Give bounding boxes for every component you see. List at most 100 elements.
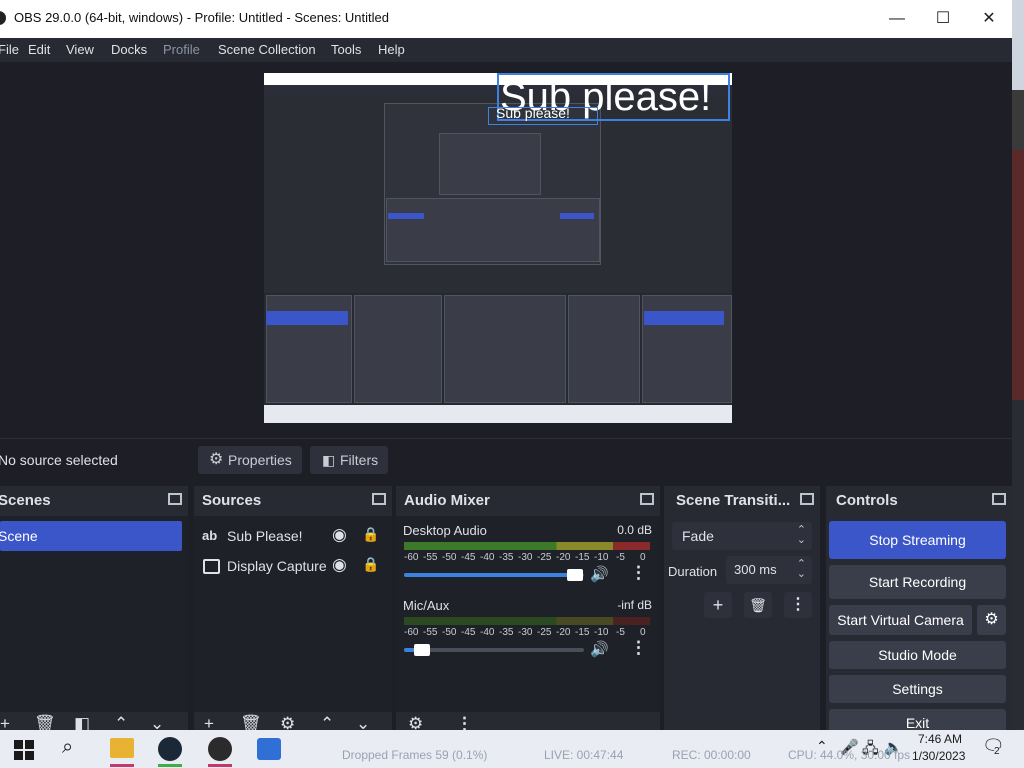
source-item[interactable]: Display Capture ◉ 🔒 xyxy=(194,551,392,581)
menu-view[interactable]: View xyxy=(66,42,94,57)
scenes-list: Scene xyxy=(0,516,188,712)
undock-icon[interactable] xyxy=(168,493,182,505)
search-icon[interactable]: ⌕ xyxy=(62,736,73,759)
filters-label: Filters xyxy=(340,452,379,468)
audio-mixer-title: Audio Mixer xyxy=(404,492,490,509)
desktop-audio-label: Desktop Audio xyxy=(403,523,487,538)
studio-mode-button[interactable]: Studio Mode xyxy=(829,641,1006,669)
display-icon xyxy=(203,559,220,574)
filters-button[interactable]: ◧ Filters xyxy=(310,446,388,474)
add-transition-icon[interactable]: + xyxy=(704,592,732,618)
cpu-fps: CPU: 44.0%, 30.00 fps xyxy=(788,748,911,762)
mic-aux-level: -inf dB xyxy=(617,598,652,612)
source-label: Sub Please! xyxy=(227,528,303,544)
rec-time: REC: 00:00:00 xyxy=(672,748,751,762)
source-label: Display Capture xyxy=(227,558,327,574)
audio-mixer-dock: Audio Mixer Desktop Audio 0.0 dB -60 -55-… xyxy=(396,486,660,740)
nested-stop-highlight xyxy=(560,213,594,219)
scene-transitions-dock: Scene Transiti... Fade ⌃ ⌄ Duration 300 m… xyxy=(664,486,820,740)
audio-channels: Desktop Audio 0.0 dB -60 -55 -50 -45 -40 -35-… xyxy=(396,516,660,712)
undock-icon[interactable] xyxy=(800,493,814,505)
scene-item-label: Scene xyxy=(0,528,38,544)
store-icon[interactable] xyxy=(257,738,281,760)
undock-icon[interactable] xyxy=(992,493,1006,505)
scenes-title: Scenes xyxy=(0,492,51,509)
minimize-button[interactable]: — xyxy=(874,0,920,38)
program-preview[interactable]: Sub please! Sub please! xyxy=(264,73,732,423)
nested-taskbar xyxy=(264,405,732,423)
properties-button[interactable]: ⚙ Properties xyxy=(198,446,302,474)
menu-file[interactable]: File xyxy=(0,42,19,57)
controls-title: Controls xyxy=(836,492,898,509)
start-recording-button[interactable]: Start Recording xyxy=(829,565,1006,599)
controls-dock: Controls Stop Streaming Start Recording … xyxy=(826,486,1012,740)
eye-icon[interactable]: ◉ xyxy=(332,525,347,545)
desktop-audio-meter xyxy=(404,542,650,550)
window-title-bar: OBS 29.0.0 (64-bit, windows) - Profile: … xyxy=(0,0,1012,38)
stop-streaming-button[interactable]: Stop Streaming xyxy=(829,521,1006,559)
virtual-camera-settings-icon[interactable]: ⚙ xyxy=(977,605,1006,635)
transition-menu-icon[interactable]: ⋮ xyxy=(784,592,812,618)
obs-logo-icon xyxy=(0,11,6,25)
mic-aux-meter xyxy=(404,617,650,625)
nested-docks xyxy=(386,198,600,262)
windows-start-icon[interactable] xyxy=(14,740,34,760)
menu-scene-collection[interactable]: Scene Collection xyxy=(218,42,316,57)
lock-icon[interactable]: 🔒 xyxy=(362,556,379,573)
desktop-audio-slider[interactable] xyxy=(404,569,584,581)
menu-help[interactable]: Help xyxy=(378,42,405,57)
nested-sub-please: Sub please! xyxy=(496,105,570,121)
nested-scene-highlight xyxy=(388,213,424,219)
menu-bar: File Edit View Docks Profile Scene Colle… xyxy=(0,38,1012,62)
menu-edit[interactable]: Edit xyxy=(28,42,50,57)
sources-list: ab Sub Please! ◉ 🔒 Display Capture ◉ 🔒 xyxy=(194,516,392,712)
duration-value: 300 ms xyxy=(734,562,777,577)
speaker-icon[interactable]: 🔊 xyxy=(590,565,609,583)
properties-label: Properties xyxy=(228,452,292,468)
mic-aux-slider[interactable] xyxy=(404,644,584,656)
steam-icon[interactable] xyxy=(158,737,182,761)
mic-aux-label: Mic/Aux xyxy=(403,598,450,613)
filters-icon: ◧ xyxy=(322,452,336,468)
no-source-label: No source selected xyxy=(0,452,118,468)
sources-dock: Sources ab Sub Please! ◉ 🔒 Display Captu… xyxy=(194,486,392,740)
nested-dock-panels xyxy=(264,293,732,405)
sources-title: Sources xyxy=(202,492,262,509)
lock-icon[interactable]: 🔒 xyxy=(362,526,379,543)
undock-icon[interactable] xyxy=(640,493,654,505)
remove-transition-icon[interactable]: 🗑 xyxy=(744,592,772,618)
scene-transitions-title: Scene Transiti... xyxy=(676,492,791,509)
background-window-strip xyxy=(1012,0,1024,740)
window-title: OBS 29.0.0 (64-bit, windows) - Profile: … xyxy=(14,10,389,25)
scene-item[interactable]: Scene xyxy=(0,521,182,551)
maximize-button[interactable]: ☐ xyxy=(920,0,966,38)
source-toolbar xyxy=(0,438,1012,483)
undock-icon[interactable] xyxy=(372,493,386,505)
scenes-dock: Scenes Scene + 🗑 ◧ ⌃ ⌄ xyxy=(0,486,188,740)
obs-taskbar-icon[interactable] xyxy=(208,737,232,761)
dropped-frames: Dropped Frames 59 (0.1%) xyxy=(342,748,488,762)
obs-status-bar: Dropped Frames 59 (0.1%) LIVE: 00:47:44 … xyxy=(330,740,1020,768)
stepper-icon[interactable]: ⌃ ⌄ xyxy=(797,559,806,580)
eye-icon[interactable]: ◉ xyxy=(332,555,347,575)
speaker-icon[interactable]: 🔊 xyxy=(590,640,609,658)
live-time: LIVE: 00:47:44 xyxy=(544,748,624,762)
menu-tools[interactable]: Tools xyxy=(331,42,361,57)
close-button[interactable]: ✕ xyxy=(966,0,1012,38)
gear-icon: ⚙ xyxy=(209,451,224,468)
menu-docks[interactable]: Docks xyxy=(111,42,147,57)
more-options-icon[interactable]: ⋮ xyxy=(630,638,647,658)
more-options-icon[interactable]: ⋮ xyxy=(630,563,647,583)
file-explorer-icon[interactable] xyxy=(110,738,134,758)
duration-label: Duration xyxy=(668,564,718,579)
menu-profile[interactable]: Profile xyxy=(163,42,200,57)
transition-select[interactable]: Fade ⌃ ⌄ xyxy=(672,522,812,550)
transitions-body: Fade ⌃ ⌄ Duration 300 ms ⌃ ⌄ + 🗑 ⋮ xyxy=(664,516,820,712)
controls-body: Stop Streaming Start Recording Start Vir… xyxy=(826,516,1012,740)
source-item[interactable]: ab Sub Please! ◉ 🔒 xyxy=(194,521,392,551)
start-virtual-camera-button[interactable]: Start Virtual Camera xyxy=(829,605,972,635)
text-icon: ab xyxy=(202,528,218,543)
desktop-audio-level: 0.0 dB xyxy=(617,523,652,537)
settings-button[interactable]: Settings xyxy=(829,675,1006,703)
duration-input[interactable]: 300 ms ⌃ ⌄ xyxy=(726,556,812,584)
